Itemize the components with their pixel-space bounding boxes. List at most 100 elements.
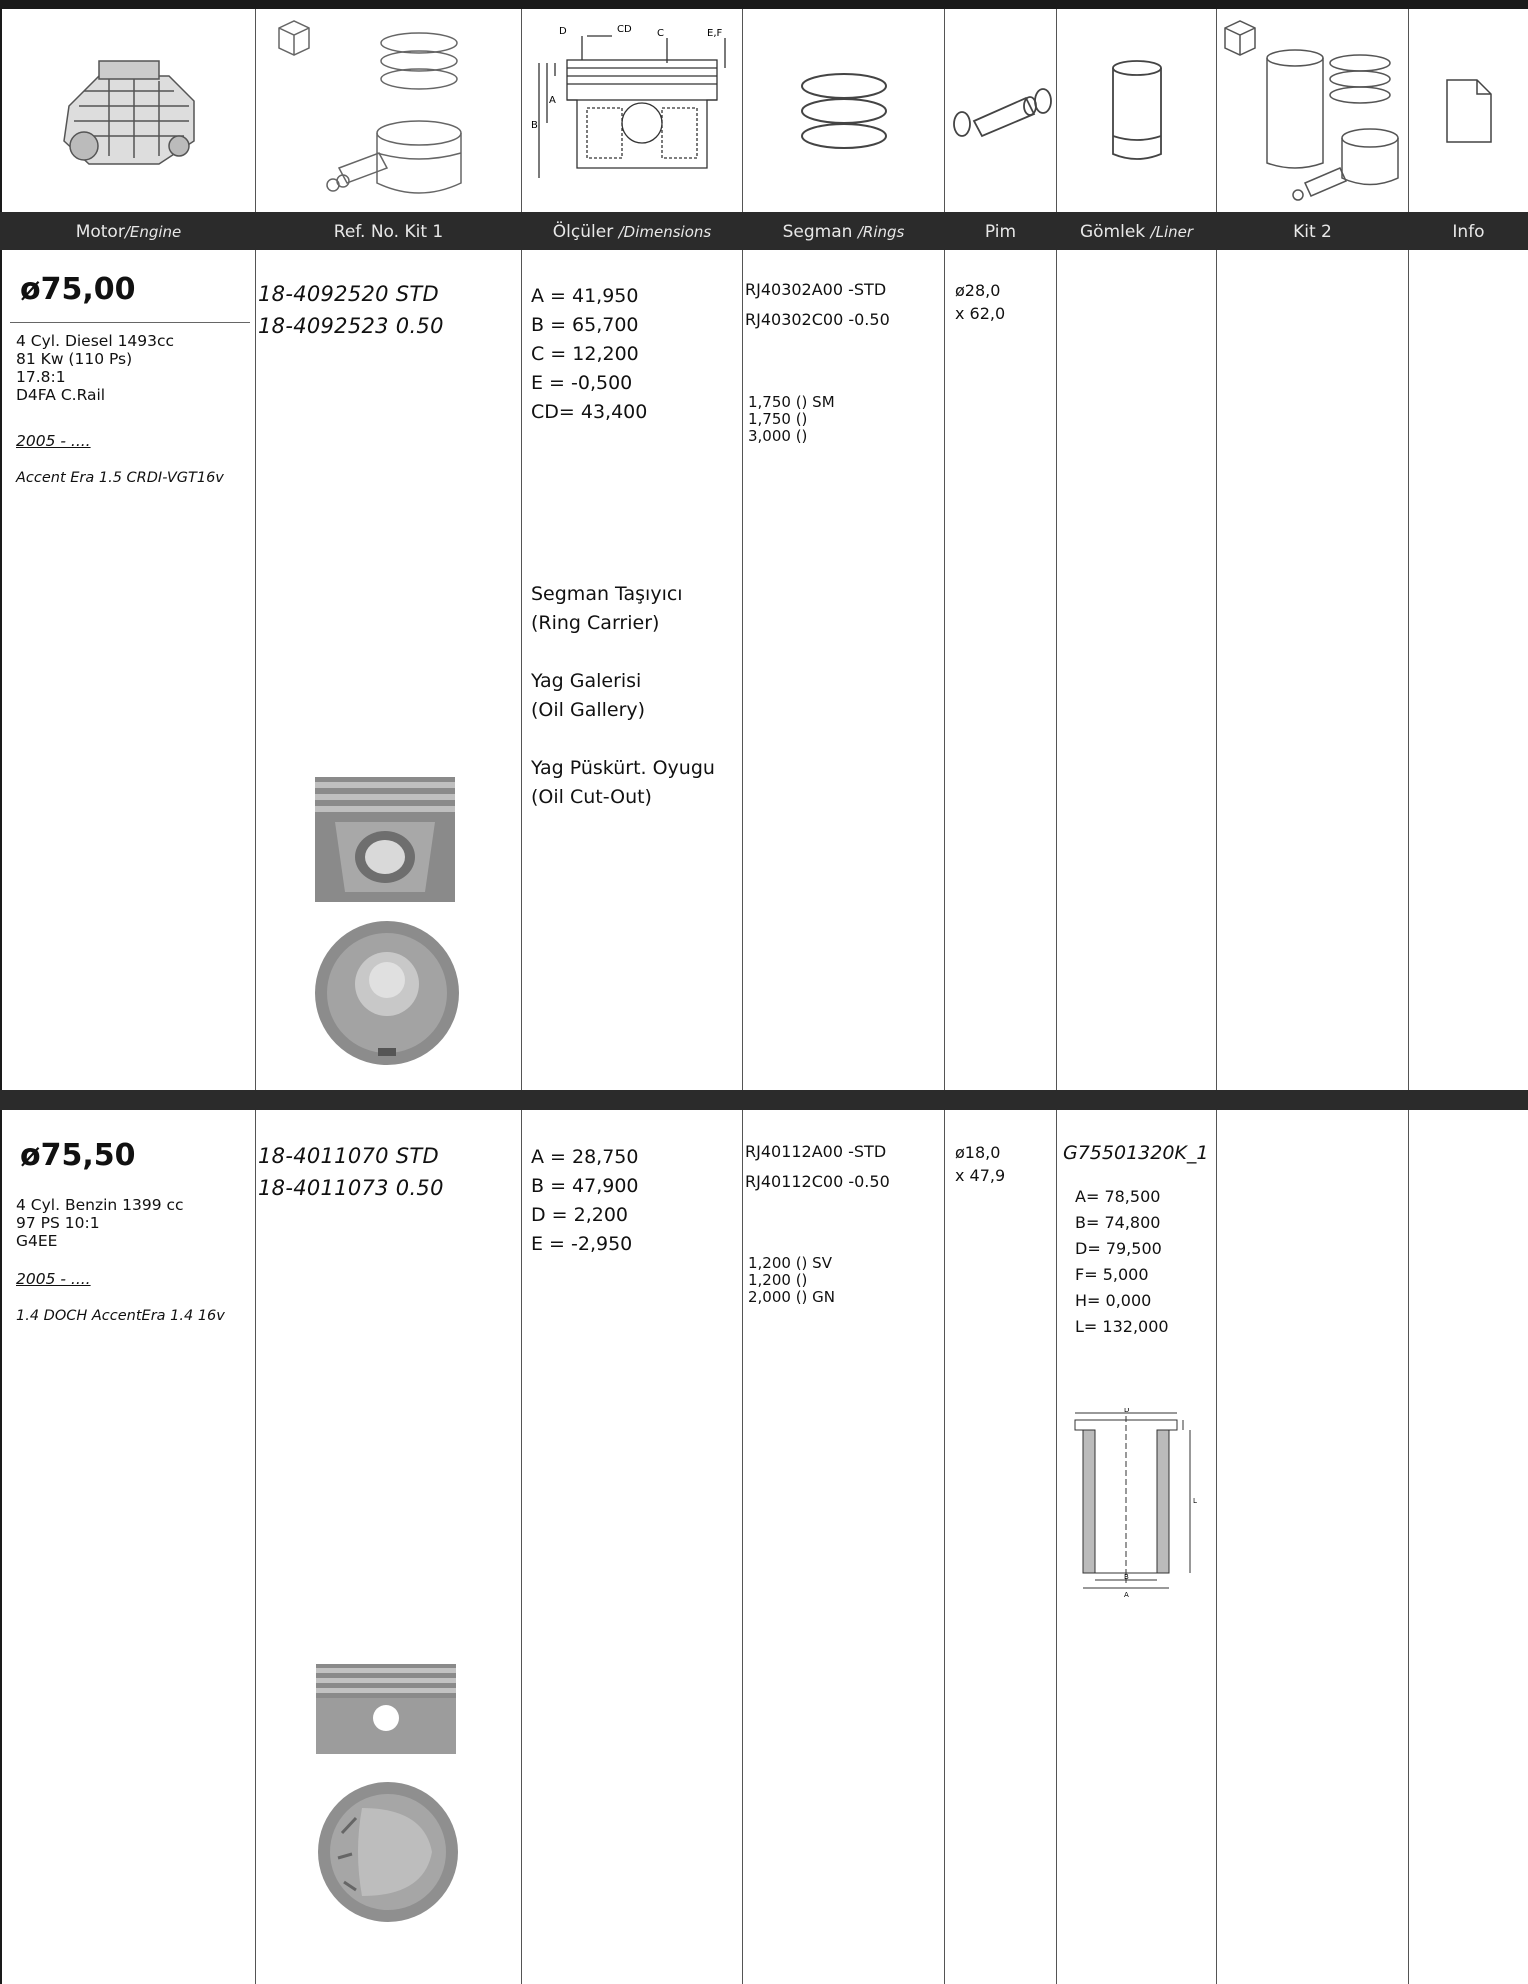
piston-dimensions-diagram: D CD C E,F A B	[522, 9, 742, 212]
liner-label-a: A	[1124, 1591, 1129, 1598]
column-header-engine: Motor/Engine	[75, 222, 182, 242]
kit1-ref-oversize: 18-4092523 0.50	[258, 314, 444, 338]
diagram-label-b: B	[531, 120, 538, 131]
catalog-page: D CD C E,F A B Motor/Engine Ref. No. Kit…	[0, 0, 1528, 1984]
liner-part-number: G75501320K_1	[1063, 1142, 1209, 1164]
column-divider	[742, 9, 743, 1984]
kit1-ref-std: 18-4011070 STD	[258, 1144, 440, 1168]
ring-ref-std: RJ40302A00 -STD	[745, 280, 887, 299]
column-header-kit2: Kit 2	[1293, 222, 1332, 242]
section-separator	[0, 1090, 1528, 1110]
diagram-label-ef: E,F	[707, 28, 722, 39]
bore-underline	[10, 322, 250, 323]
liner-dimension-line: L= 132,000	[1075, 1317, 1169, 1336]
liner-label-b: B	[1124, 1573, 1129, 1581]
diagram-label-c: C	[657, 28, 664, 39]
feature-label: Yag Galerisi	[531, 670, 642, 692]
engine-spec-line: 97 PS 10:1	[16, 1214, 100, 1232]
column-header-info: Info	[1452, 222, 1485, 242]
dimension-line: A = 28,750	[531, 1146, 639, 1168]
liner-dimension-line: H= 0,000	[1075, 1291, 1152, 1310]
dimension-line: D = 2,200	[531, 1204, 629, 1226]
engine-icon	[2, 9, 255, 212]
engine-spec-line: 4 Cyl. Diesel 1493cc	[16, 332, 175, 350]
top-border	[0, 0, 1528, 9]
ring-size-line: 1,200 ()	[748, 1271, 808, 1289]
pin-diameter: ø28,0	[955, 281, 1001, 300]
ring-refs: RJ40302A00 -STD RJ40302C00 -0.50	[745, 275, 890, 335]
feature-label: Yag Püskürt. Oyugu	[531, 757, 715, 779]
pin-length: x 62,0	[955, 304, 1006, 323]
pin-diameter: ø18,0	[955, 1143, 1001, 1162]
liner-label-l: L	[1193, 1497, 1197, 1505]
column-divider	[1056, 9, 1057, 1984]
liner-dimension-line: B= 74,800	[1075, 1213, 1161, 1232]
piston-side-image	[312, 1660, 460, 1763]
ring-size-line: 1,750 () SM	[748, 393, 835, 411]
kit1-refs: 18-4092520 STD 18-4092523 0.50	[258, 278, 444, 342]
info-document-icon	[1409, 9, 1528, 212]
kit1-refs: 18-4011070 STD 18-4011073 0.50	[258, 1140, 444, 1204]
left-border	[0, 0, 2, 1984]
kit1-ref-std: 18-4092520 STD	[258, 282, 440, 306]
piston-pin-icon	[945, 9, 1056, 212]
piston-top-image	[314, 1778, 462, 1931]
production-years: 2005 - ....	[16, 432, 91, 450]
dimension-line: B = 65,700	[531, 314, 639, 336]
engine-specs: 4 Cyl. Benzin 1399 cc 97 PS 10:1 G4EE	[16, 1196, 184, 1250]
engine-spec-line: 81 Kw (110 Ps)	[16, 350, 133, 368]
pin-dimensions: ø28,0 x 62,0	[955, 279, 1005, 325]
feature-label: (Ring Carrier)	[531, 612, 660, 634]
pin-length: x 47,9	[955, 1166, 1006, 1185]
column-header-ref-kit1: Ref. No. Kit 1	[333, 222, 444, 242]
production-years: 2005 - ....	[16, 1270, 91, 1288]
engine-specs: 4 Cyl. Diesel 1493cc 81 Kw (110 Ps) 17.8…	[16, 332, 174, 404]
ring-ref-std: RJ40112A00 -STD	[745, 1142, 887, 1161]
dimension-line: E = -2,950	[531, 1233, 633, 1255]
piston-side-image	[310, 772, 460, 912]
ring-size-line: 2,000 () GN	[748, 1288, 836, 1306]
diagram-label-a: A	[549, 95, 556, 106]
bore-diameter: ø75,50	[20, 1138, 136, 1173]
ring-size-line: 3,000 ()	[748, 427, 808, 445]
engine-spec-line: G4EE	[16, 1232, 58, 1250]
piston-features: Segman Taşıyıcı (Ring Carrier) Yag Galer…	[531, 580, 715, 812]
piston-dimensions: A = 28,750 B = 47,900 D = 2,200 E = -2,9…	[531, 1143, 639, 1259]
ring-size-line: 1,750 ()	[748, 410, 808, 428]
ring-sizes: 1,750 () SM 1,750 () 3,000 ()	[748, 394, 835, 445]
ring-ref-oversize: RJ40302C00 -0.50	[745, 310, 890, 329]
engine-spec-line: 4 Cyl. Benzin 1399 cc	[16, 1196, 184, 1214]
liner-dimension-line: D= 79,500	[1075, 1239, 1162, 1258]
liner-label-d: D	[1124, 1408, 1129, 1414]
column-header-liner: Gömlek /Liner	[1079, 222, 1194, 242]
liner-dimension-line: F= 5,000	[1075, 1265, 1149, 1284]
dimension-line: C = 12,200	[531, 343, 639, 365]
dimension-line: A = 41,950	[531, 285, 639, 307]
piston-dimensions: A = 41,950 B = 65,700 C = 12,200 E = -0,…	[531, 282, 647, 427]
column-divider	[944, 9, 945, 1984]
column-header-pin: Pim	[984, 222, 1017, 242]
feature-label: (Oil Gallery)	[531, 699, 646, 721]
ring-size-line: 1,200 () SV	[748, 1254, 832, 1272]
ring-sizes: 1,200 () SV 1,200 () 2,000 () GN	[748, 1255, 835, 1306]
diagram-label-d: D	[559, 26, 567, 37]
column-header-rings: Segman /Rings	[782, 222, 905, 242]
liner-dimensions: A= 78,500 B= 74,800 D= 79,500 F= 5,000 H…	[1075, 1184, 1169, 1340]
liner-technical-drawing: D L B A	[1065, 1406, 1225, 1603]
header-image-row: D CD C E,F A B	[0, 9, 1528, 212]
cylinder-liner-icon	[1057, 9, 1216, 212]
liner-dimension-line: A= 78,500	[1075, 1187, 1161, 1206]
column-divider	[521, 9, 522, 1984]
ring-refs: RJ40112A00 -STD RJ40112C00 -0.50	[745, 1137, 890, 1197]
feature-label: Segman Taşıyıcı	[531, 583, 683, 605]
column-header-bar: Motor/Engine Ref. No. Kit 1 Ölçüler /Dim…	[0, 212, 1528, 250]
piston-top-image	[312, 918, 462, 1073]
rings-icon	[743, 9, 944, 212]
feature-label: (Oil Cut-Out)	[531, 786, 652, 808]
column-divider	[1216, 9, 1217, 1984]
column-divider	[1408, 9, 1409, 1984]
ring-ref-oversize: RJ40112C00 -0.50	[745, 1172, 890, 1191]
bore-diameter: ø75,00	[20, 272, 136, 307]
diagram-label-cd: CD	[617, 24, 632, 35]
vehicle-model: Accent Era 1.5 CRDI-VGT16v	[16, 470, 224, 486]
